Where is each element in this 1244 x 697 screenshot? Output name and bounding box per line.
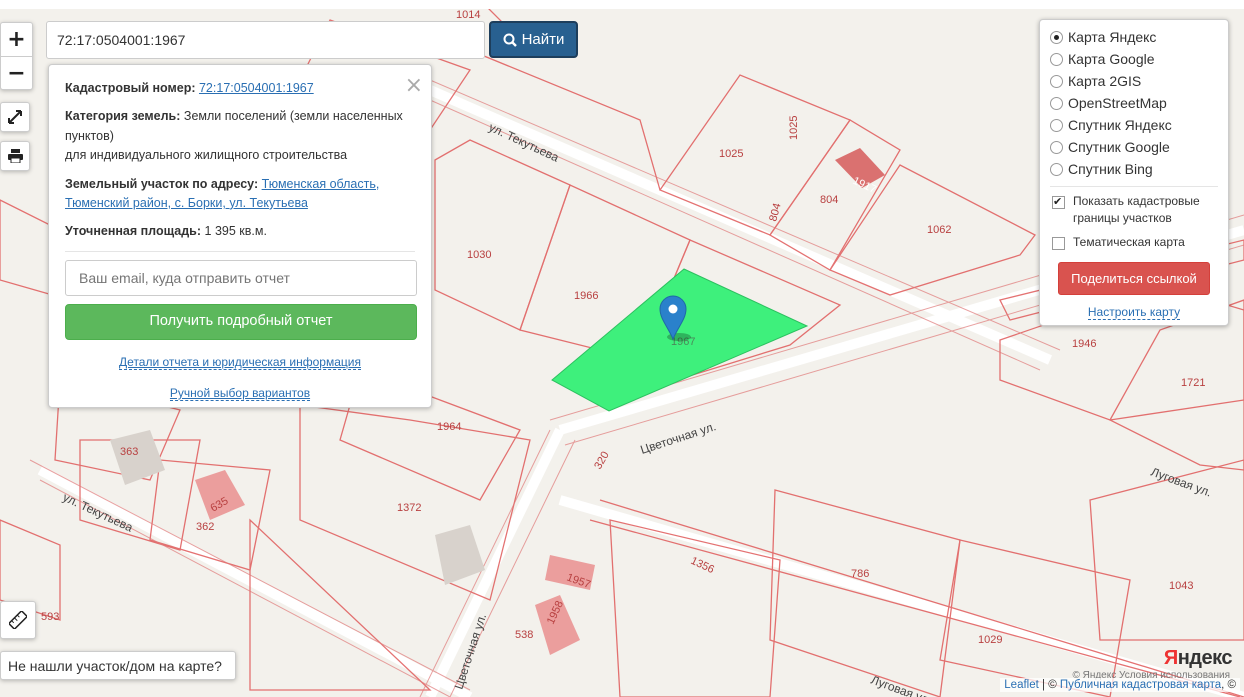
manual-selection-label: Ручной выбор вариантов (169, 386, 311, 402)
radio-selected[interactable] (1050, 30, 1063, 44)
print-button[interactable] (0, 141, 30, 171)
basemap-option-label: Спутник Google (1068, 139, 1170, 155)
search-button[interactable]: Найти (489, 21, 578, 58)
basemap-option-label: Спутник Яндекс (1068, 117, 1172, 133)
parcel-label: 1014 (456, 9, 480, 21)
top-strip (0, 0, 1244, 9)
basemap-option[interactable]: Спутник Яндекс (1050, 114, 1218, 136)
report-details-link[interactable]: Детали отчета и юридическая информация (65, 353, 415, 372)
divider (1050, 186, 1218, 187)
layer-switcher: Карта Яндекс Карта Google Карта 2GIS OpenSt… (1039, 19, 1229, 326)
search-input[interactable] (46, 21, 485, 59)
attribution: Leaflet | © Публичная кадастровая карта,… (1000, 678, 1240, 692)
attribution-sep: | © (1038, 679, 1060, 691)
pkk-link[interactable]: Публичная кадастровая карта (1060, 679, 1221, 691)
parcel-label: 363 (120, 446, 138, 458)
basemap-option[interactable]: Карта Яндекс (1050, 26, 1218, 48)
parcel-label: 1030 (467, 249, 491, 261)
radio-unselected[interactable] (1050, 118, 1063, 132)
basemap-option[interactable]: Карта Google (1050, 48, 1218, 70)
radio-unselected[interactable] (1050, 96, 1063, 110)
manual-selection-link[interactable]: Ручной выбор вариантов (65, 384, 415, 403)
parcel-label: 1946 (1072, 338, 1096, 350)
parcel-label: 1025 (719, 148, 743, 160)
search-icon (503, 33, 517, 47)
fullscreen-button[interactable] (0, 102, 30, 132)
address-label: Земельный участок по адресу: (65, 176, 259, 191)
basemap-options: Карта Яндекс Карта Google Карта 2GIS OpenSt… (1050, 26, 1218, 180)
basemap-option-label: Карта Google (1068, 51, 1155, 67)
parcel-label: 538 (515, 629, 533, 641)
radio-unselected[interactable] (1050, 52, 1063, 66)
radio-unselected[interactable] (1050, 140, 1063, 154)
basemap-option-label: Карта 2GIS (1068, 73, 1142, 89)
parcel-label: 1964 (437, 421, 461, 433)
close-icon[interactable]: × (405, 69, 423, 103)
radio-unselected[interactable] (1050, 74, 1063, 88)
not-found-button[interactable]: Не нашли участок/дом на карте? (0, 651, 236, 680)
area-label: Уточненная площадь: (65, 224, 202, 239)
thematic-toggle[interactable]: Тематическая карта (1050, 234, 1218, 251)
get-report-button[interactable]: Получить подробный отчет (65, 303, 417, 340)
address-row: Земельный участок по адресу: Тюменская о… (65, 175, 415, 214)
cadastral-toggle-label: Показать кадастровые границы участков (1073, 194, 1200, 226)
parcel-label: 1721 (1181, 377, 1205, 389)
area-value: 1 395 кв.м. (204, 224, 267, 239)
expand-icon (8, 110, 22, 124)
email-field[interactable] (65, 259, 417, 296)
zoom-control: + − (0, 22, 33, 90)
leaflet-link[interactable]: Leaflet (1004, 679, 1039, 691)
checkbox-unchecked[interactable] (1052, 236, 1065, 250)
configure-map-label: Настроить карту (1087, 305, 1181, 321)
category-label: Категория земель: (65, 109, 181, 124)
ruler-button[interactable] (0, 601, 36, 639)
configure-map-link[interactable]: Настроить карту (1050, 305, 1218, 321)
print-icon (7, 149, 23, 163)
parcel-label: 1025 (788, 116, 800, 140)
parcel-label: 362 (196, 521, 214, 533)
area-row: Уточненная площадь: 1 395 кв.м. (65, 222, 415, 241)
parcel-label: 1062 (927, 224, 951, 236)
basemap-option[interactable]: Карта 2GIS (1050, 70, 1218, 92)
cadastral-toggle[interactable]: Показать кадастровые границы участков (1050, 193, 1218, 228)
category-row: Категория земель: Земли поселений (земли… (65, 107, 415, 165)
zoom-out-button[interactable]: − (1, 56, 32, 89)
yandex-logo-red: Я (1163, 647, 1178, 669)
yandex-logo-rest: ндекс (1177, 647, 1233, 669)
parcel-info-card: × Кадастровый номер: 72:17:0504001:1967 … (48, 64, 432, 408)
zoom-in-button[interactable]: + (1, 23, 32, 56)
cadastral-link[interactable]: 72:17:0504001:1967 (199, 81, 314, 95)
parcel-label: 804 (820, 194, 838, 206)
report-details-label: Детали отчета и юридическая информация (119, 354, 361, 370)
cadastral-label: Кадастровый номер: (65, 81, 196, 95)
parcel-label: 593 (41, 611, 59, 623)
basemap-option[interactable]: Спутник Google (1050, 136, 1218, 158)
cadastral-row: Кадастровый номер: 72:17:0504001:1967 (65, 79, 415, 98)
parcel-label: 1043 (1169, 580, 1193, 592)
attribution-end: , © (1221, 679, 1236, 691)
basemap-option-label: OpenStreetMap (1068, 95, 1167, 111)
basemap-option[interactable]: Спутник Bing (1050, 158, 1218, 180)
ruler-icon (9, 611, 27, 629)
basemap-option[interactable]: OpenStreetMap (1050, 92, 1218, 114)
basemap-option-label: Карта Яндекс (1068, 29, 1157, 45)
parcel-label: 786 (851, 568, 869, 580)
basemap-option-label: Спутник Bing (1068, 161, 1153, 177)
search-button-label: Найти (521, 31, 565, 48)
thematic-toggle-label: Тематическая карта (1073, 234, 1185, 249)
parcel-label: 1966 (574, 290, 598, 302)
parcel-label: 1372 (397, 502, 421, 514)
checkbox-checked[interactable] (1052, 194, 1065, 210)
parcel-label: 1029 (978, 634, 1002, 646)
yandex-logo: Яндекс (1163, 647, 1233, 670)
radio-unselected[interactable] (1050, 162, 1063, 176)
category-value-2: для индивидуального жилищного строительс… (65, 148, 348, 163)
share-link-button[interactable]: Поделиться ссылкой (1058, 262, 1210, 296)
divider (65, 250, 415, 252)
